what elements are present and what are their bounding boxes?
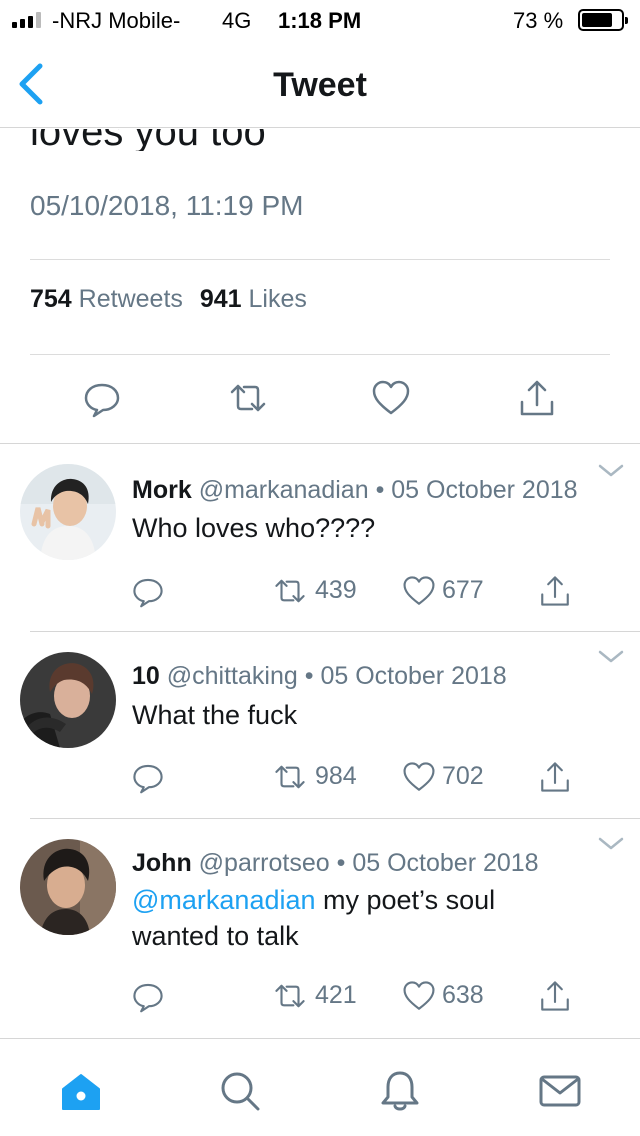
- retweet-icon[interactable]: [228, 378, 268, 418]
- reply-text: Who loves who????: [132, 513, 376, 543]
- reply-date: 05 October 2018: [352, 849, 539, 877]
- like-icon[interactable]: [402, 979, 436, 1013]
- chevron-down-icon[interactable]: [598, 650, 624, 664]
- messages-icon[interactable]: [538, 1069, 582, 1113]
- divider: [30, 631, 640, 632]
- display-name[interactable]: 10: [132, 662, 160, 690]
- reply-icon[interactable]: [82, 378, 122, 418]
- like-icon[interactable]: [402, 574, 436, 608]
- tweet-stats: 754 Retweets 941 Likes: [30, 285, 317, 314]
- like-icon[interactable]: [402, 760, 436, 794]
- reply-actions: 439 677: [0, 574, 640, 610]
- reply-text: @markanadian my poet’s soul wanted to ta…: [132, 882, 612, 954]
- page-title: Tweet: [273, 66, 367, 104]
- like-count: 638: [442, 981, 484, 1009]
- retweet-count: 984: [315, 762, 357, 790]
- reply-actions: 984 702: [0, 760, 640, 796]
- share-icon[interactable]: [538, 979, 572, 1013]
- reply-header: John @parrotseo • 05 October 2018: [132, 849, 539, 878]
- divider: [30, 818, 640, 819]
- reply-icon[interactable]: [131, 979, 165, 1013]
- retweet-count: 439: [315, 576, 357, 604]
- reply-text: What the fuck: [132, 700, 298, 730]
- share-icon[interactable]: [517, 378, 557, 418]
- reply-actions: 421 638: [0, 979, 640, 1015]
- reply-date: 05 October 2018: [391, 476, 578, 504]
- chevron-down-icon[interactable]: [598, 837, 624, 851]
- reply-icon[interactable]: [131, 574, 165, 608]
- handle[interactable]: @parrotseo: [199, 849, 330, 877]
- reply-icon[interactable]: [131, 760, 165, 794]
- reply-header: 10 @chittaking • 05 October 2018: [132, 662, 507, 691]
- clock: 1:18 PM: [278, 8, 362, 33]
- carrier-name: -NRJ Mobile-: [52, 8, 181, 33]
- display-name[interactable]: Mork: [132, 476, 192, 504]
- retweet-count: 421: [315, 981, 357, 1009]
- retweet-icon[interactable]: [273, 979, 307, 1013]
- share-icon[interactable]: [538, 760, 572, 794]
- retweets-label[interactable]: Retweets: [79, 285, 183, 313]
- like-count: 702: [442, 762, 484, 790]
- signal-strength-icon: [12, 12, 41, 28]
- handle[interactable]: @markanadian: [199, 476, 369, 504]
- tweet-timestamp: 05/10/2018, 11:19 PM: [30, 190, 304, 221]
- chevron-down-icon[interactable]: [598, 464, 624, 478]
- battery-percent: 73 %: [513, 8, 564, 33]
- search-icon[interactable]: [218, 1069, 262, 1113]
- handle[interactable]: @chittaking: [167, 662, 298, 690]
- reply-date: 05 October 2018: [320, 662, 507, 690]
- likes-count[interactable]: 941: [200, 285, 242, 313]
- divider: [30, 354, 610, 355]
- like-icon[interactable]: [371, 378, 411, 418]
- retweets-count[interactable]: 754: [30, 285, 72, 313]
- notifications-icon[interactable]: [378, 1069, 422, 1113]
- network-type: 4G: [222, 8, 252, 33]
- avatar[interactable]: [20, 839, 116, 935]
- status-bar: -NRJ Mobile- 4G 1:18 PM 73 %: [0, 0, 640, 40]
- retweet-icon[interactable]: [273, 760, 307, 794]
- avatar[interactable]: [20, 652, 116, 748]
- home-icon[interactable]: [59, 1069, 103, 1113]
- separator-dot: •: [375, 476, 385, 504]
- tweet-text: loves you too: [30, 129, 266, 151]
- share-icon[interactable]: [538, 574, 572, 608]
- reply-text-line2: wanted to talk: [132, 921, 299, 951]
- bottom-tab-bar: [0, 1038, 640, 1136]
- separator-dot: •: [336, 849, 346, 877]
- reply-header: Mork @markanadian • 05 October 2018: [132, 476, 578, 505]
- separator-dot: •: [304, 662, 314, 690]
- navigation-bar: Tweet: [0, 40, 640, 128]
- mention-link[interactable]: @markanadian: [132, 885, 316, 915]
- display-name[interactable]: John: [132, 849, 192, 877]
- tweet-text-clipped: loves you too: [30, 129, 266, 151]
- reply-text-line1: my poet’s soul: [315, 885, 496, 915]
- likes-label[interactable]: Likes: [249, 285, 307, 313]
- retweet-icon[interactable]: [273, 574, 307, 608]
- like-count: 677: [442, 576, 484, 604]
- divider: [0, 443, 640, 444]
- tweet-actions: [0, 378, 640, 422]
- divider: [30, 259, 610, 260]
- avatar[interactable]: [20, 464, 116, 560]
- battery-icon: [578, 9, 628, 31]
